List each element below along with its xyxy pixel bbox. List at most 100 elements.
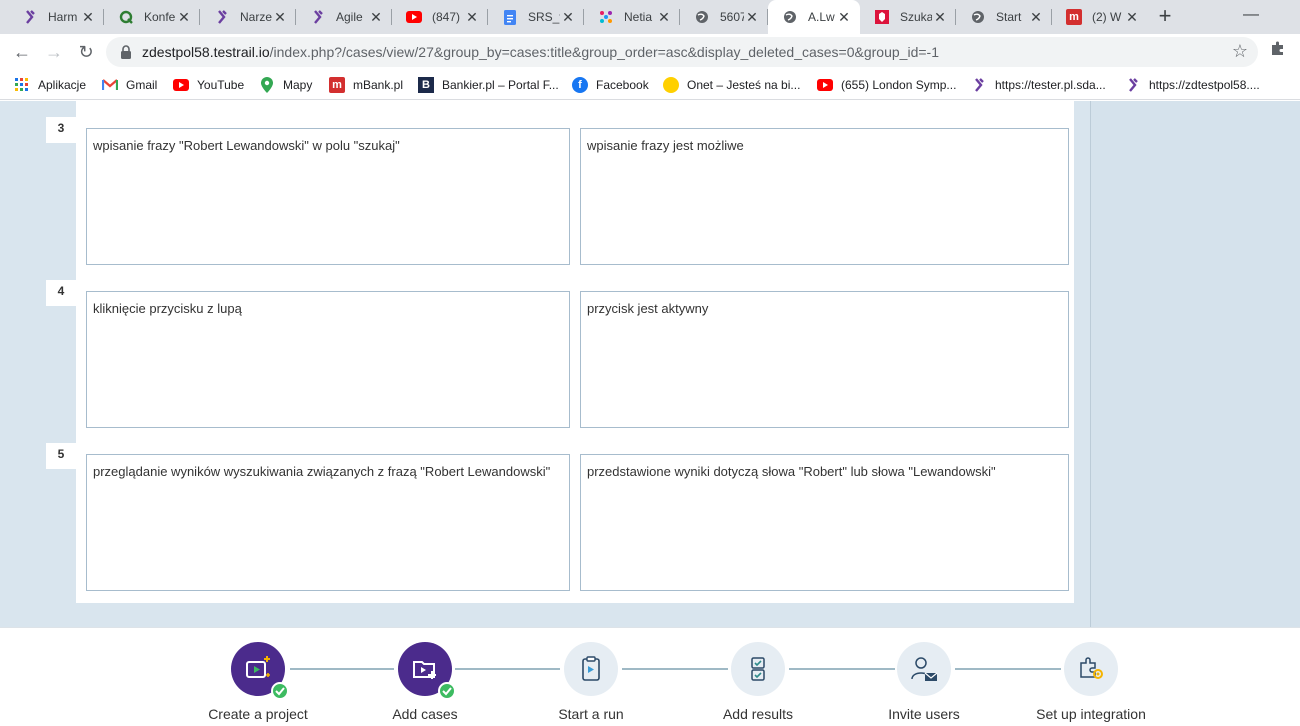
globe-icon xyxy=(782,9,798,25)
tab-title: Konfe xyxy=(144,10,176,24)
browser-tab[interactable]: m (2) W ✕ xyxy=(1052,0,1148,34)
onboarding-step-set-up-integration[interactable]: Set up integration xyxy=(1011,642,1171,722)
browser-tab[interactable]: Harm ✕ xyxy=(8,0,104,34)
browser-tab[interactable]: Agile ✕ xyxy=(296,0,392,34)
close-icon[interactable]: ✕ xyxy=(744,9,760,26)
browser-tab-active[interactable]: A.Lw ✕ xyxy=(768,0,860,34)
step-expected-result[interactable]: przycisk jest aktywny xyxy=(580,291,1069,428)
onboarding-step-create-project[interactable]: Create a project xyxy=(178,642,338,722)
onboarding-step-label: Set up integration xyxy=(1036,706,1146,722)
facebook-icon: f xyxy=(572,77,588,93)
browser-tab[interactable]: SRS_v ✕ xyxy=(488,0,584,34)
step-number: 3 xyxy=(46,117,76,143)
step-number: 5 xyxy=(46,443,76,469)
bookmarks-bar: Aplikacje Gmail YouTube Mapy m mBank.pl … xyxy=(0,70,1300,100)
browser-tab[interactable]: Narze ✕ xyxy=(200,0,296,34)
qase-icon xyxy=(118,9,134,25)
close-icon[interactable]: ✕ xyxy=(1124,9,1140,26)
arrow-right-icon: → xyxy=(45,42,63,62)
onboarding-step-add-cases[interactable]: Add cases xyxy=(345,642,505,722)
testrail-icon xyxy=(22,9,38,25)
bookmark-tester[interactable]: https://tester.pl.sda... xyxy=(971,76,1106,94)
bookmark-star-icon[interactable]: ☆ xyxy=(1232,41,1248,62)
puzzle-gear-icon xyxy=(1064,642,1118,696)
onboarding-progress: Create a project Add cases Start a run A… xyxy=(0,627,1300,726)
browser-tab[interactable]: Start ✕ xyxy=(956,0,1052,34)
onboarding-step-label: Create a project xyxy=(208,706,308,722)
check-icon xyxy=(271,682,289,700)
close-icon[interactable]: ✕ xyxy=(656,9,672,26)
tab-title: Harm xyxy=(48,10,78,24)
browser-tab[interactable]: (847) ✕ xyxy=(392,0,488,34)
close-icon[interactable]: ✕ xyxy=(464,9,480,26)
close-icon[interactable]: ✕ xyxy=(1028,9,1044,26)
url-host: zdestpol58.testrail.io xyxy=(142,44,270,60)
bookmark-bankier[interactable]: B Bankier.pl – Portal F... xyxy=(418,76,559,94)
browser-tab[interactable]: 56070 ✕ xyxy=(680,0,768,34)
bookmark-youtube[interactable]: YouTube xyxy=(173,76,244,94)
step-action[interactable]: kliknięcie przycisku z lupą xyxy=(86,291,570,428)
bookmark-london-symphony[interactable]: (655) London Symp... xyxy=(817,76,956,94)
new-tab-button[interactable]: + xyxy=(1155,5,1175,28)
bookmark-label: Mapy xyxy=(283,78,313,92)
back-button[interactable]: ← xyxy=(10,40,34,64)
close-icon[interactable]: ✕ xyxy=(368,9,384,26)
testrail-icon xyxy=(310,9,326,25)
clipboard-play-icon xyxy=(564,642,618,696)
arrow-left-icon: ← xyxy=(13,42,31,62)
reload-icon: ↻ xyxy=(78,42,94,62)
reload-button[interactable]: ↻ xyxy=(74,40,98,64)
testrail-icon xyxy=(971,77,987,93)
onboarding-step-label: Invite users xyxy=(888,706,960,722)
browser-tab[interactable]: Konfe ✕ xyxy=(104,0,200,34)
youtube-icon xyxy=(406,9,422,25)
bookmark-label: (655) London Symp... xyxy=(841,78,957,92)
netia-icon xyxy=(598,9,614,25)
extensions-puzzle-icon[interactable] xyxy=(1270,40,1286,61)
url-text: zdestpol58.testrail.io/index.php?/cases/… xyxy=(142,44,939,60)
close-icon[interactable]: ✕ xyxy=(272,9,288,26)
bookmark-gmail[interactable]: Gmail xyxy=(102,76,157,94)
close-icon[interactable]: ✕ xyxy=(836,9,852,26)
google-docs-icon xyxy=(502,9,518,25)
step-action[interactable]: przeglądanie wyników wyszukiwania związa… xyxy=(86,454,570,591)
add-cases-folder-icon xyxy=(398,642,456,700)
checklist-icon xyxy=(731,642,785,696)
bookmark-mbank[interactable]: m mBank.pl xyxy=(329,76,403,94)
bookmark-zdtestpol[interactable]: https://zdtestpol58.... xyxy=(1125,76,1260,94)
onboarding-step-invite-users[interactable]: Invite users xyxy=(844,642,1004,722)
close-icon[interactable]: ✕ xyxy=(932,9,948,26)
onboarding-step-start-run[interactable]: Start a run xyxy=(511,642,671,722)
forward-button[interactable]: → xyxy=(42,40,66,64)
step-action[interactable]: wpisanie frazy "Robert Lewandowski" w po… xyxy=(86,128,570,265)
bookmark-facebook[interactable]: f Facebook xyxy=(572,76,649,94)
browser-tab[interactable]: Szuka ✕ xyxy=(860,0,956,34)
apps-grid-icon xyxy=(14,77,30,93)
tab-title: Narze xyxy=(240,10,272,24)
close-icon[interactable]: ✕ xyxy=(80,9,96,26)
browser-tab[interactable]: Netia ✕ xyxy=(584,0,680,34)
globe-icon xyxy=(694,9,710,25)
youtube-icon xyxy=(173,77,189,93)
mbank-icon: m xyxy=(329,77,345,93)
onboarding-step-label: Add results xyxy=(722,706,794,722)
youtube-icon xyxy=(817,77,833,93)
onet-icon xyxy=(663,77,679,93)
tab-title: Agile xyxy=(336,10,363,24)
project-play-icon xyxy=(231,642,289,700)
browser-tab-strip: Harm ✕ Konfe ✕ Narze ✕ Agile ✕ (847) ✕ S… xyxy=(0,0,1300,34)
close-icon[interactable]: ✕ xyxy=(176,9,192,26)
bankier-icon: B xyxy=(418,77,434,93)
close-icon[interactable]: ✕ xyxy=(560,9,576,26)
minimize-button[interactable]: — xyxy=(1228,0,1274,34)
bookmark-label: https://zdtestpol58.... xyxy=(1149,78,1260,92)
step-expected-result[interactable]: wpisanie frazy jest możliwe xyxy=(580,128,1069,265)
onboarding-step-label: Start a run xyxy=(558,706,624,722)
tab-title: Szuka xyxy=(900,10,932,24)
bookmark-maps[interactable]: Mapy xyxy=(259,76,312,94)
step-expected-result[interactable]: przedstawione wyniki dotyczą słowa "Robe… xyxy=(580,454,1069,591)
address-bar[interactable]: zdestpol58.testrail.io/index.php?/cases/… xyxy=(106,37,1258,67)
bookmark-apps[interactable]: Aplikacje xyxy=(14,76,86,94)
onboarding-step-add-results[interactable]: Add results xyxy=(678,642,838,722)
bookmark-onet[interactable]: Onet – Jesteś na bi... xyxy=(663,76,800,94)
